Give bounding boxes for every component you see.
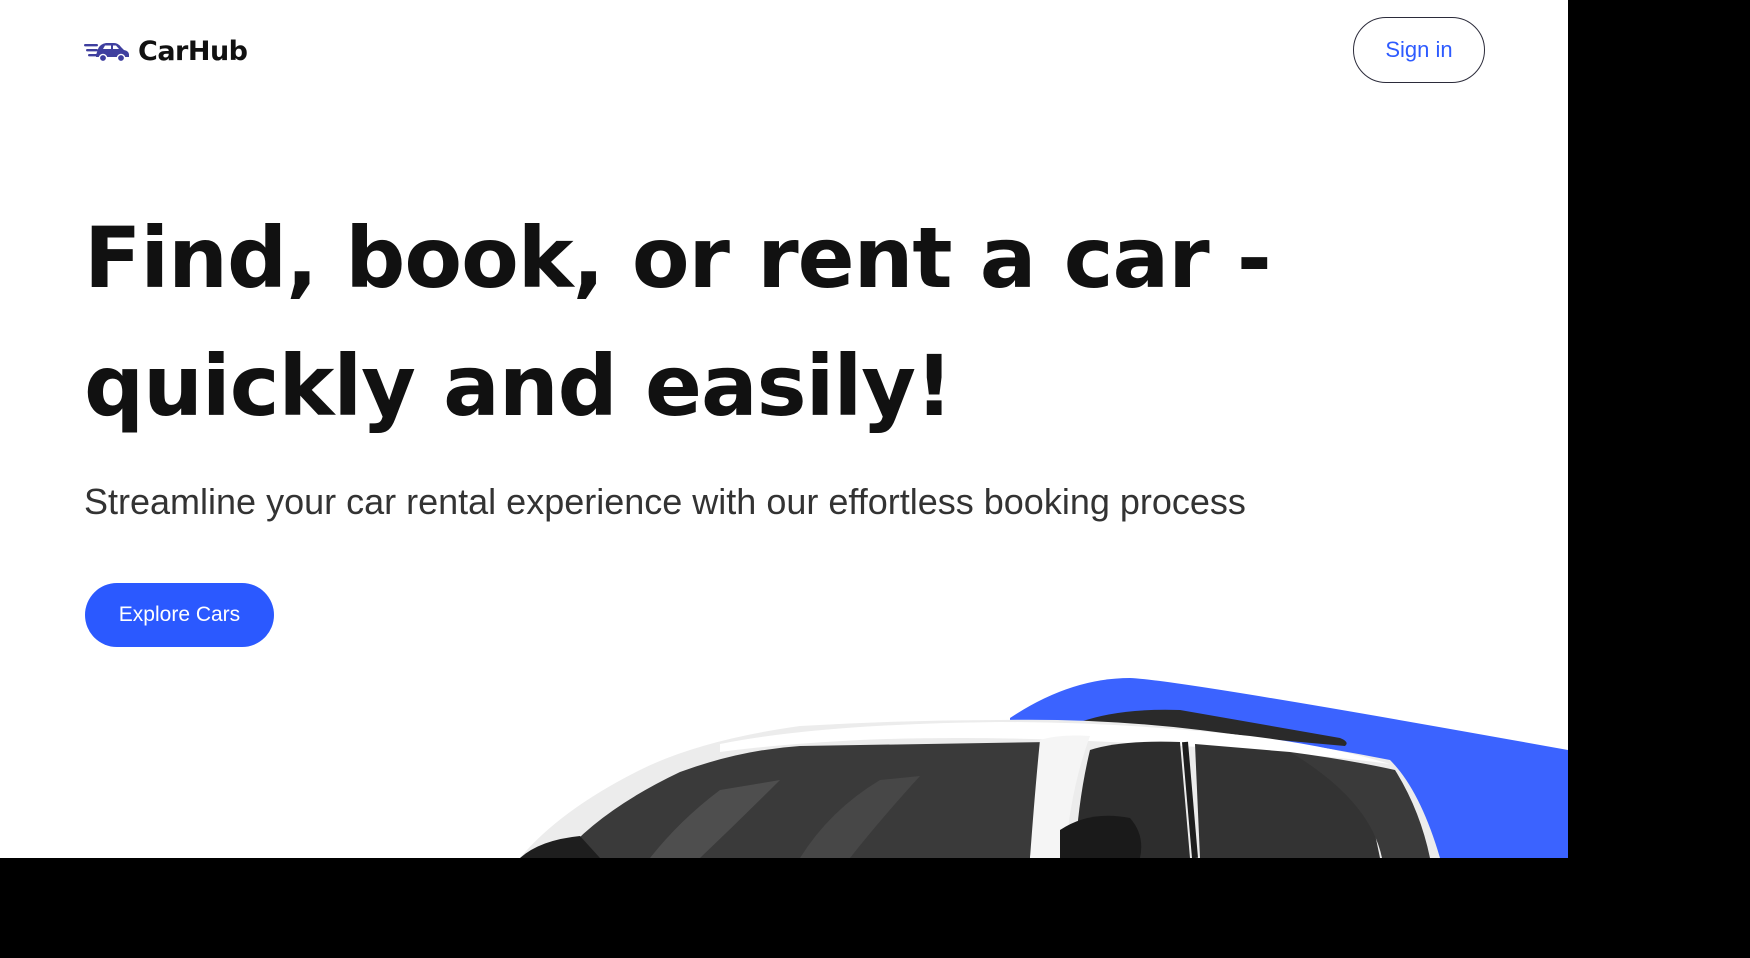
explore-cars-button[interactable]: Explore Cars (85, 583, 274, 647)
brand-name: CarHub (138, 35, 248, 67)
car-speed-icon (84, 43, 129, 63)
sign-in-button[interactable]: Sign in (1353, 17, 1485, 83)
hero-title: Find, book, or rent a car - quickly and … (84, 209, 1272, 435)
page: CarHub Sign in Find, book, or rent a car… (0, 0, 1568, 858)
brand-logo[interactable]: CarHub (84, 34, 248, 68)
navbar: CarHub Sign in (0, 0, 1568, 100)
white-suv-car-image (520, 709, 1440, 858)
hero-image (0, 660, 1568, 858)
hero-subtitle: Streamline your car rental experience wi… (84, 481, 1246, 522)
